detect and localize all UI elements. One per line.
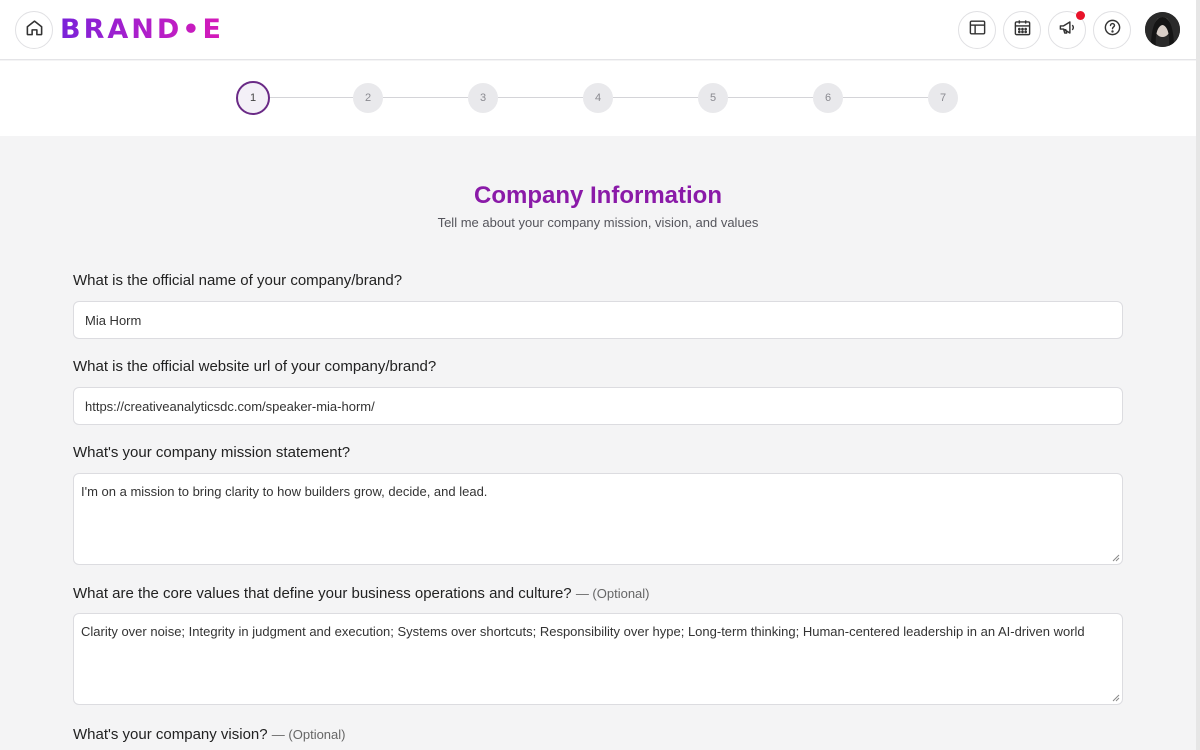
mission-statement-label: What's your company mission statement? (73, 444, 351, 461)
layout-button[interactable] (958, 11, 996, 49)
step-connector (843, 97, 928, 98)
step-4[interactable]: 4 (583, 83, 613, 113)
page-scrollbar[interactable] (1196, 0, 1200, 750)
help-button[interactable] (1093, 11, 1131, 49)
page-subtitle: Tell me about your company mission, visi… (437, 215, 759, 230)
step-connector (383, 97, 468, 98)
resize-handle-icon[interactable] (1112, 694, 1120, 702)
layout-icon (968, 18, 987, 42)
home-icon (25, 18, 44, 42)
company-name-input[interactable]: Mia Horm (73, 301, 1123, 339)
core-values-value: Clarity over noise; Integrity in judgmen… (81, 624, 1085, 639)
step-7[interactable]: 7 (928, 83, 958, 113)
core-values-label: What are the core values that define you… (73, 585, 650, 602)
page-title: Company Information (473, 182, 722, 209)
resize-handle-icon[interactable] (1112, 554, 1120, 562)
home-button[interactable] (15, 11, 53, 49)
mission-statement-value: I'm on a mission to bring clarity to how… (81, 484, 488, 499)
step-2[interactable]: 2 (353, 83, 383, 113)
megaphone-icon (1058, 18, 1077, 42)
step-connector (613, 97, 698, 98)
mission-statement-textarea[interactable]: I'm on a mission to bring clarity to how… (73, 473, 1123, 565)
company-name-label: What is the official name of your compan… (73, 272, 403, 289)
calendar-button[interactable] (1003, 11, 1041, 49)
step-connector (269, 97, 353, 98)
website-url-value: https://creativeanalyticsdc.com/speaker-… (85, 398, 375, 414)
company-vision-label: What's your company vision? — (Optional) (73, 726, 346, 743)
step-6[interactable]: 6 (813, 83, 843, 113)
company-vision-label-text: What's your company vision? (73, 726, 268, 743)
core-values-textarea[interactable]: Clarity over noise; Integrity in judgmen… (73, 613, 1123, 705)
user-avatar[interactable] (1145, 12, 1180, 47)
calendar-icon (1013, 18, 1032, 42)
website-url-label: What is the official website url of your… (73, 358, 437, 375)
core-values-optional-tag: — (Optional) (575, 586, 650, 601)
step-1[interactable]: 1 (236, 81, 270, 115)
step-connector (728, 97, 813, 98)
step-connector (498, 97, 583, 98)
brand-logo[interactable]: BRAND•E (60, 14, 224, 45)
company-name-value: Mia Horm (85, 312, 142, 328)
step-5[interactable]: 5 (698, 83, 728, 113)
step-3[interactable]: 3 (468, 83, 498, 113)
company-vision-optional-tag: — (Optional) (271, 727, 346, 742)
help-icon (1103, 18, 1122, 42)
core-values-label-text: What are the core values that define you… (73, 585, 572, 602)
notification-dot (1076, 11, 1085, 20)
website-url-input[interactable]: https://creativeanalyticsdc.com/speaker-… (73, 387, 1123, 425)
